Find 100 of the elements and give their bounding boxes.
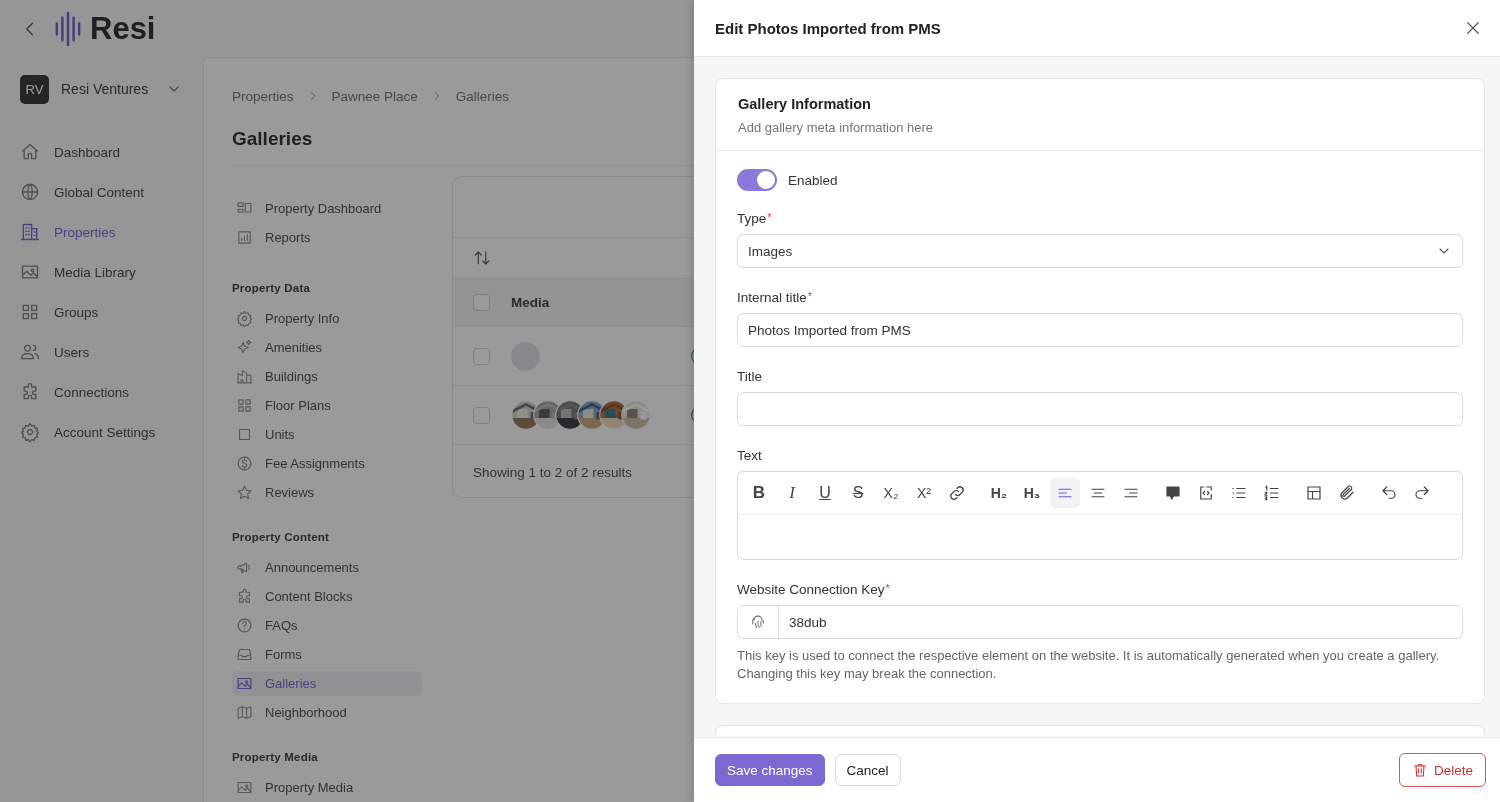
bar-chart-icon [236,229,253,246]
field-label: Text [737,448,762,463]
subnav-item[interactable]: FAQs [232,613,422,638]
card-title: Gallery Information [738,96,872,112]
checkbox[interactable] [473,294,490,311]
paperclip-icon [1338,484,1356,502]
sparkles-icon [236,339,253,356]
field-label: Website Connection Key [737,582,885,597]
heading-button[interactable]: H₃ [1017,478,1047,508]
code-block-icon [1197,484,1215,502]
subnav-item[interactable]: Property Info [232,306,422,331]
save-button[interactable]: Save changes [715,754,825,786]
buildings-icon [236,368,253,385]
card-subtitle: Add gallery meta information here [738,120,935,135]
required-mark: * [767,211,772,225]
superscript-button[interactable]: X² [909,478,939,508]
logo-text: Resi [90,10,156,47]
fingerprint-icon [750,614,766,630]
undo-icon [1380,484,1398,502]
gear-icon [236,310,253,327]
gear-icon [20,422,40,442]
sound-bars-icon [54,11,82,46]
building-icon [20,222,40,242]
breadcrumb-link[interactable]: Pawnee Place [331,88,418,104]
subnav-item[interactable]: Announcements [232,555,422,580]
section-heading: Property Media [232,751,319,763]
drawer-title: Edit Photos Imported from PMS [715,19,941,37]
numbered-list-icon [1263,484,1281,502]
grid-icon [20,302,40,322]
type-select[interactable]: Images [737,234,1463,268]
results-count: Showing 1 to 2 of 2 results [473,464,633,480]
image-icon [236,675,253,692]
subnav-item[interactable]: Content Blocks [232,584,422,609]
nav-item[interactable]: Account Settings [20,422,203,442]
key-field[interactable]: 38dub [737,605,1463,639]
star-icon [236,484,253,501]
subnav-item[interactable]: Galleries [232,671,422,696]
heading-button[interactable]: H₂ [984,478,1014,508]
breadcrumb-link[interactable]: Galleries [455,88,510,104]
puzzle-icon [236,588,253,605]
comment-icon [1164,484,1182,502]
column-header: Media [511,295,550,310]
checkbox[interactable] [473,347,490,365]
breadcrumb-link[interactable]: Properties [232,88,294,104]
underline-button[interactable]: U [810,478,840,508]
subnav-item[interactable]: Property Media [232,775,422,800]
subnav-item[interactable]: Reports [232,225,422,250]
help-text: This key is used to connect the respective element on the website. It is automatically generated when you create a gallery. Changing this key may break the connection. [737,647,1441,683]
text-field[interactable] [737,392,1463,426]
cancel-button[interactable]: Cancel [834,754,901,786]
nav-item[interactable]: Media Library [20,262,203,282]
italic-button[interactable]: I [777,478,807,508]
strikethrough-button[interactable]: S [843,478,873,508]
nav-item[interactable]: Global Content [20,182,203,202]
subnav-item[interactable]: Buildings [232,364,422,389]
table-icon [1305,484,1323,502]
required-mark: * [885,582,890,594]
subnav-item[interactable]: Neighborhood [232,700,422,725]
align-left-button[interactable] [1050,478,1080,508]
sort-icon[interactable] [473,249,491,267]
nav-item[interactable]: Dashboard [20,142,203,162]
inbox-icon [236,646,253,663]
delete-button[interactable]: Delete [1398,753,1486,787]
subnav-item[interactable]: Fee Assignments [232,451,422,476]
close-icon[interactable] [1464,19,1482,37]
field-label: Type [737,211,767,226]
question-icon [236,617,253,634]
nav-item[interactable]: Properties [20,222,203,242]
field-label: Title [737,369,762,384]
image-icon [236,779,253,796]
redo-icon [1413,484,1431,502]
nav-item[interactable]: Connections [20,382,203,402]
grid-icon [236,397,253,414]
account-switcher[interactable]: RV Resi Ventures [20,73,203,105]
text-field[interactable]: Photos Imported from PMS [737,313,1463,347]
subnav-item[interactable]: Reviews [232,480,422,505]
toggle-label: Enabled [788,172,838,188]
nav-item[interactable]: Groups [20,302,203,322]
home-icon [20,142,40,162]
subnav-item[interactable]: Amenities [232,335,422,360]
nav-item[interactable]: Users [20,342,203,362]
dollar-icon [236,455,253,472]
toggle-switch[interactable] [737,169,777,191]
subnav-item[interactable]: Property Dashboard [232,196,422,221]
account-name: Resi Ventures [61,81,149,97]
account-avatar: RV [20,74,49,104]
section-heading: Property Content [232,531,331,543]
subnav-item[interactable]: Floor Plans [232,393,422,418]
section-heading: Property Data [232,282,311,294]
subscript-button[interactable]: X₂ [876,478,906,508]
subnav-item[interactable]: Forms [232,642,422,667]
bold-button[interactable]: B [744,478,774,508]
map-icon [236,704,253,721]
required-mark: * [807,290,813,304]
field-label: Internal title [737,290,807,305]
globe-icon [20,182,40,202]
square-icon [236,426,253,443]
link-icon [948,484,966,502]
checkbox[interactable] [473,406,490,424]
subnav-item[interactable]: Units [232,422,422,447]
